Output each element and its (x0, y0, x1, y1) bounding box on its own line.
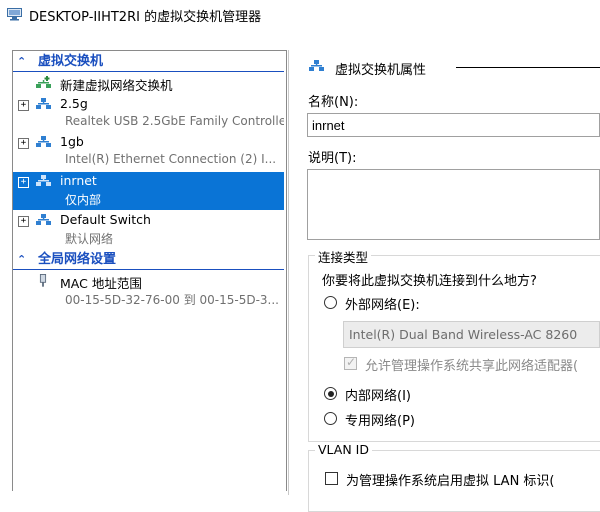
expand-icon[interactable]: + (18, 100, 29, 111)
network-switch-icon (36, 136, 51, 147)
switch-type: 仅内部 (65, 193, 102, 207)
adapter-value: Intel(R) Dual Band Wireless-AC 8260 (349, 327, 578, 342)
mac-range-label: MAC 地址范围 (60, 276, 142, 291)
section-divider (13, 71, 284, 72)
allow-share-checkbox[interactable]: ✓ (344, 355, 357, 370)
switch-name: 1gb (60, 134, 84, 149)
network-switch-icon (36, 175, 51, 186)
switch-item-2-5g[interactable]: + 2.5g Realtek USB 2.5GbE Family Control… (13, 95, 284, 133)
allow-share-label[interactable]: 允许管理操作系统共享此网络适配器( (365, 355, 578, 374)
properties-pane: 虚拟交换机属性 名称(N): 说明(T): 连接类型 你要将此虚拟交换机连接到什… (295, 50, 600, 512)
internal-network-radio[interactable] (324, 387, 337, 400)
switch-item-inrnet[interactable]: + inrnet 仅内部 (13, 172, 284, 210)
mac-address-range-item[interactable]: MAC 地址范围 00-15-5D-32-76-00 到 00-15-5D-3.… (13, 272, 284, 310)
private-network-label[interactable]: 专用网络(P) (345, 410, 415, 429)
notes-field[interactable] (307, 169, 600, 240)
connection-question: 你要将此虚拟交换机连接到什么地方? (322, 274, 537, 289)
section-virtual-switches[interactable]: ⌃ 虚拟交换机 (13, 53, 284, 71)
private-network-radio[interactable] (324, 412, 337, 425)
properties-title: 虚拟交换机属性 (335, 63, 427, 78)
check-icon: ✓ (346, 355, 357, 369)
switch-name: inrnet (60, 173, 97, 188)
new-virtual-switch-item[interactable]: 新建虚拟网络交换机 (13, 73, 284, 93)
external-adapter-select[interactable]: Intel(R) Dual Band Wireless-AC 8260 (343, 321, 600, 348)
expand-icon[interactable]: + (18, 216, 29, 227)
switch-manager-icon (7, 8, 22, 21)
vlan-legend: VLAN ID (315, 442, 372, 457)
chevron-up-icon[interactable]: ⌃ (17, 251, 29, 269)
title-bar: DESKTOP-IIHT2RI 的虚拟交换机管理器 (0, 0, 600, 30)
vlan-enable-checkbox[interactable] (325, 472, 338, 485)
switch-name: 2.5g (60, 96, 88, 111)
pane-splitter[interactable] (288, 50, 289, 495)
section-divider (13, 269, 284, 270)
mac-range-value: 00-15-5D-32-76-00 到 00-15-5D-3... (65, 293, 279, 307)
switch-name: Default Switch (60, 212, 151, 227)
section-global-network-settings[interactable]: ⌃ 全局网络设置 (13, 251, 284, 269)
name-field[interactable] (307, 113, 600, 137)
notes-label: 说明(T): (308, 151, 357, 166)
properties-header: 虚拟交换机属性 (308, 58, 600, 78)
switch-adapter: Realtek USB 2.5GbE Family Controller (65, 114, 284, 128)
vlan-enable-label[interactable]: 为管理操作系统启用虚拟 LAN 标识( (346, 470, 555, 489)
new-switch-label: 新建虚拟网络交换机 (60, 78, 173, 93)
internal-network-label[interactable]: 内部网络(I) (345, 385, 411, 404)
network-switch-icon (309, 60, 324, 71)
network-switch-icon (36, 214, 51, 225)
name-label: 名称(N): (308, 95, 359, 110)
network-adapter-icon (39, 274, 47, 287)
switch-tree-pane[interactable]: ⌃ 虚拟交换机 新建虚拟网络交换机 + 2.5g Realtek USB 2.5… (12, 50, 287, 491)
connection-type-legend: 连接类型 (315, 247, 372, 266)
external-network-radio[interactable] (324, 296, 337, 309)
switch-item-1gb[interactable]: + 1gb Intel(R) Ethernet Connection (2) I… (13, 133, 284, 171)
section-label: 全局网络设置 (38, 252, 117, 267)
window-title: DESKTOP-IIHT2RI 的虚拟交换机管理器 (29, 10, 262, 25)
expand-icon[interactable]: + (18, 138, 29, 149)
switch-type: 默认网络 (65, 232, 114, 246)
expand-icon[interactable]: + (18, 177, 29, 188)
switch-adapter: Intel(R) Ethernet Connection (2) I... (65, 152, 277, 166)
section-label: 虚拟交换机 (38, 54, 104, 69)
add-network-icon (36, 76, 51, 88)
network-switch-icon (36, 98, 51, 109)
external-network-label[interactable]: 外部网络(E): (345, 294, 420, 313)
header-rule (456, 67, 600, 68)
chevron-up-icon[interactable]: ⌃ (17, 53, 29, 71)
switch-item-default-switch[interactable]: + Default Switch 默认网络 (13, 211, 284, 249)
